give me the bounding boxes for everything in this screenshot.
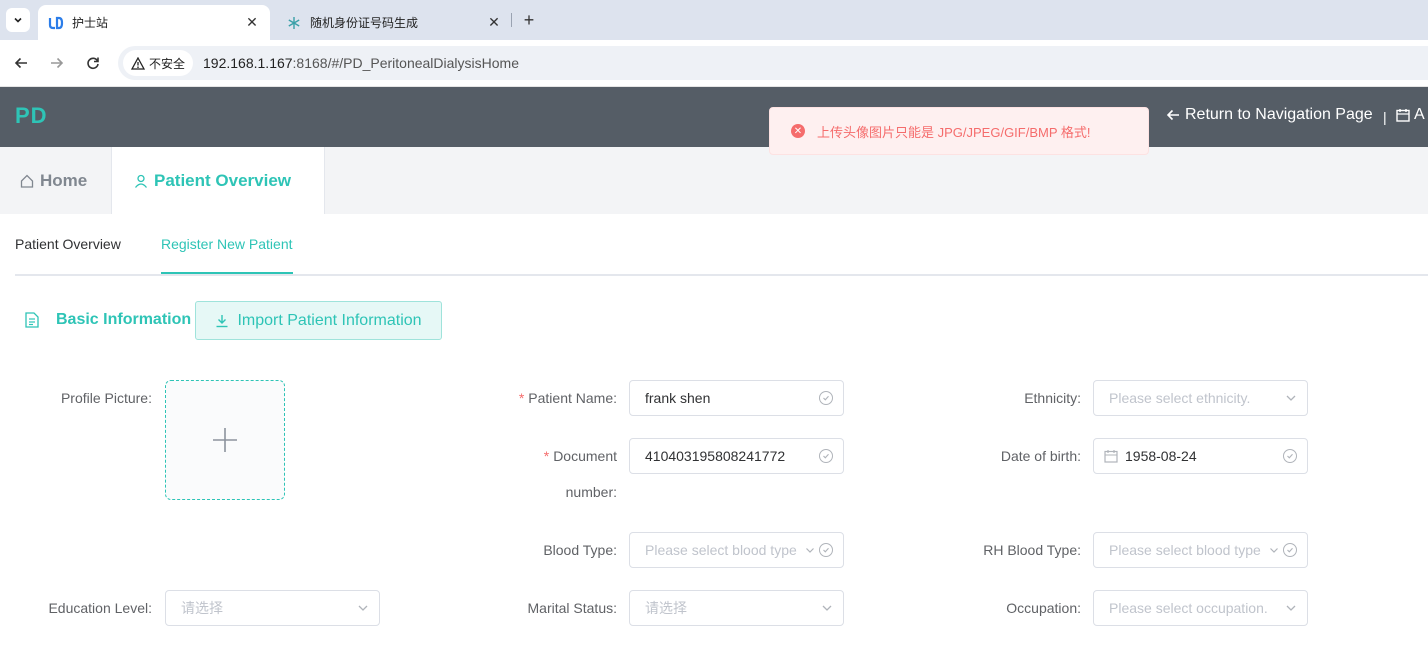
browser-tab-active[interactable]: 护士站 ✕ <box>38 5 270 40</box>
url-text: 192.168.1.167:8168/#/PD_PeritonealDialys… <box>203 55 519 71</box>
marital-status-label: Marital Status: <box>527 600 617 616</box>
return-navigation-link[interactable]: Return to Navigation Page <box>1166 106 1373 124</box>
back-button[interactable] <box>10 52 32 74</box>
arrow-right-icon <box>51 57 64 69</box>
document-number-label-line2: number: <box>565 484 617 500</box>
calendar-icon <box>1396 109 1410 122</box>
forward-button[interactable] <box>46 52 68 74</box>
dob-date-picker[interactable]: 1958-08-24 <box>1093 438 1308 474</box>
patient-name-label: * Patient Name: <box>518 390 617 406</box>
home-icon <box>20 174 34 188</box>
profile-picture-uploader[interactable] <box>165 380 285 500</box>
warning-icon <box>131 56 145 70</box>
error-toast: ✕ 上传头像图片只能是 JPG/JPEG/GIF/BMP 格式! <box>769 107 1149 155</box>
document-icon <box>25 312 39 328</box>
reload-button[interactable] <box>82 52 104 74</box>
import-patient-button[interactable]: Import Patient Information <box>195 301 442 340</box>
occupation-placeholder: Please select occupation. <box>1109 600 1268 616</box>
user-icon <box>134 174 148 188</box>
sub-tabs: Patient Overview Register New Patient <box>15 214 1428 276</box>
tab-patient-overview[interactable]: Patient Overview <box>111 147 325 214</box>
tab-separator <box>511 13 512 27</box>
subtab-register-new-patient[interactable]: Register New Patient <box>161 236 293 252</box>
main-tabs: Home Patient Overview <box>0 147 1428 214</box>
document-number-input[interactable]: 410403195808241772 <box>629 438 844 474</box>
section-title: Basic Information <box>56 311 192 328</box>
download-icon <box>216 314 228 327</box>
tab-home-label: Home <box>40 170 88 190</box>
url-omnibox[interactable]: 不安全 192.168.1.167:8168/#/PD_PeritonealDi… <box>118 46 1428 80</box>
chevron-down-icon <box>358 605 368 611</box>
arrow-left-icon <box>1166 109 1179 121</box>
rh-blood-type-select[interactable]: Please select blood type <box>1093 532 1308 568</box>
ethnicity-select[interactable]: Please select ethnicity. <box>1093 380 1308 416</box>
tab-title: 随机身份证号码生成 <box>310 16 419 30</box>
close-icon[interactable]: ✕ <box>486 14 502 31</box>
marital-status-select[interactable]: 请选择 <box>629 590 844 626</box>
blood-type-select[interactable]: Please select blood type <box>629 532 844 568</box>
plus-icon <box>213 428 237 452</box>
ethnicity-placeholder: Please select ethnicity. <box>1109 390 1251 406</box>
ethnicity-label: Ethnicity: <box>1024 390 1081 406</box>
occupation-label: Occupation: <box>1006 600 1081 616</box>
security-label: 不安全 <box>149 56 186 71</box>
rh-placeholder: Please select blood type <box>1109 542 1261 558</box>
toast-message: 上传头像图片只能是 JPG/JPEG/GIF/BMP 格式! <box>817 124 1091 140</box>
patient-name-value: frank shen <box>645 390 711 406</box>
blood-type-placeholder: Please select blood type <box>645 542 797 558</box>
snowflake-icon <box>286 15 302 31</box>
dob-label: Date of birth: <box>1000 448 1081 464</box>
url-host: 192.168.1.167 <box>203 55 293 71</box>
error-icon: ✕ <box>791 124 805 138</box>
check-circle-icon <box>819 391 833 405</box>
tab-overview-label: Patient Overview <box>154 170 292 190</box>
rh-blood-type-label: RH Blood Type: <box>983 542 1081 558</box>
document-number-value: 410403195808241772 <box>645 448 786 464</box>
header-calendar-link[interactable]: A <box>1396 106 1425 124</box>
browser-tab[interactable]: 随机身份证号码生成 ✕ <box>276 5 512 40</box>
url-path: :8168/#/PD_PeritonealDialysisHome <box>292 55 519 71</box>
browser-tab-bar: 护士站 ✕ 随机身份证号码生成 ✕ + <box>0 0 1428 40</box>
app-header: PD Return to Navigation Page | A <box>0 87 1428 147</box>
calendar-icon <box>1104 450 1118 463</box>
education-placeholder: 请选择 <box>181 600 223 616</box>
document-number-label: * Document <box>543 448 617 464</box>
dob-value: 1958-08-24 <box>1125 448 1197 464</box>
chevron-down-icon <box>1286 605 1296 611</box>
tab-search-button[interactable] <box>6 8 30 32</box>
header-separator: | <box>1383 109 1387 125</box>
education-select[interactable]: 请选择 <box>165 590 380 626</box>
chevron-down-icon <box>822 605 832 611</box>
education-label: Education Level: <box>48 600 152 616</box>
chevron-down-icon <box>14 17 22 23</box>
chevron-down-icon <box>1270 548 1278 553</box>
chevron-down-icon <box>1286 395 1296 401</box>
occupation-select[interactable]: Please select occupation. <box>1093 590 1308 626</box>
close-icon[interactable]: ✕ <box>244 14 260 31</box>
patient-name-input[interactable]: frank shen <box>629 380 844 416</box>
blood-type-label: Blood Type: <box>543 542 617 558</box>
import-button-label: Import Patient Information <box>237 311 422 329</box>
check-circle-icon <box>1283 449 1297 463</box>
subtab-active-indicator <box>161 272 293 274</box>
tab-home[interactable]: Home <box>0 147 112 214</box>
chevron-down-icon <box>806 548 814 553</box>
security-indicator[interactable]: 不安全 <box>123 50 194 76</box>
check-circle-icon <box>1283 543 1297 557</box>
new-tab-button[interactable]: + <box>518 9 540 31</box>
return-link-label: Return to Navigation Page <box>1185 106 1373 123</box>
arrow-left-icon <box>14 57 27 69</box>
marital-placeholder: 请选择 <box>645 600 687 616</box>
check-circle-icon <box>819 449 833 463</box>
address-bar: 不安全 192.168.1.167:8168/#/PD_PeritonealDi… <box>0 40 1428 87</box>
reload-icon <box>87 57 99 70</box>
check-circle-icon <box>819 543 833 557</box>
subtab-patient-overview[interactable]: Patient Overview <box>15 236 121 252</box>
header-extra-label: A <box>1414 106 1425 123</box>
tab-title: 护士站 <box>72 16 109 30</box>
app-logo: PD <box>15 103 48 128</box>
app-favicon-icon <box>48 15 64 31</box>
profile-picture-label: Profile Picture: <box>60 390 152 406</box>
